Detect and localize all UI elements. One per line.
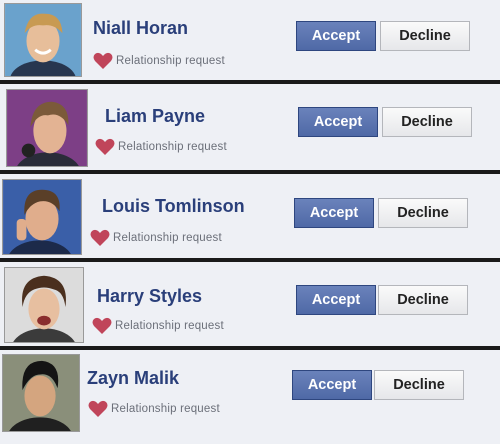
- request-row: Harry Styles Relationship request Accept…: [0, 262, 500, 346]
- decline-button[interactable]: Decline: [380, 21, 470, 51]
- requester-name[interactable]: Zayn Malik: [87, 368, 179, 389]
- profile-photo[interactable]: [2, 179, 82, 255]
- request-type-label: Relationship request: [113, 232, 222, 244]
- profile-photo-image: [7, 90, 87, 166]
- profile-photo[interactable]: [2, 354, 80, 432]
- accept-button[interactable]: Accept: [296, 285, 376, 315]
- request-type: Relationship request: [88, 400, 220, 418]
- requester-name[interactable]: Liam Payne: [105, 106, 205, 127]
- heart-icon: [93, 52, 113, 69]
- profile-photo-image: [5, 4, 81, 76]
- decline-button[interactable]: Decline: [378, 198, 468, 228]
- accept-button[interactable]: Accept: [294, 198, 374, 228]
- profile-photo-image: [3, 180, 81, 254]
- request-type: Relationship request: [90, 229, 222, 247]
- profile-photo[interactable]: [4, 267, 84, 343]
- request-row: Louis Tomlinson Relationship request Acc…: [0, 174, 500, 258]
- requester-name[interactable]: Harry Styles: [97, 286, 202, 307]
- heart-icon: [90, 229, 110, 246]
- relationship-request-list: Niall Horan Relationship request Accept …: [0, 0, 500, 444]
- request-type: Relationship request: [92, 317, 224, 335]
- requester-name[interactable]: Louis Tomlinson: [102, 196, 245, 217]
- profile-photo[interactable]: [6, 89, 88, 167]
- heart-icon: [88, 400, 108, 417]
- request-row: Zayn Malik Relationship request Accept D…: [0, 350, 500, 444]
- requester-name[interactable]: Niall Horan: [93, 18, 188, 39]
- decline-button[interactable]: Decline: [378, 285, 468, 315]
- decline-button[interactable]: Decline: [374, 370, 464, 400]
- request-row: Liam Payne Relationship request Accept D…: [0, 84, 500, 170]
- profile-photo-image: [3, 355, 79, 431]
- request-type-label: Relationship request: [118, 141, 227, 153]
- profile-photo-image: [5, 268, 83, 342]
- request-type-label: Relationship request: [116, 55, 225, 67]
- request-row: Niall Horan Relationship request Accept …: [0, 0, 500, 80]
- request-type: Relationship request: [93, 52, 225, 70]
- request-type-label: Relationship request: [111, 403, 220, 415]
- decline-button[interactable]: Decline: [382, 107, 472, 137]
- request-type: Relationship request: [95, 138, 227, 156]
- accept-button[interactable]: Accept: [292, 370, 372, 400]
- profile-photo[interactable]: [4, 3, 82, 77]
- accept-button[interactable]: Accept: [298, 107, 378, 137]
- request-type-label: Relationship request: [115, 320, 224, 332]
- heart-icon: [92, 317, 112, 334]
- accept-button[interactable]: Accept: [296, 21, 376, 51]
- heart-icon: [95, 138, 115, 155]
